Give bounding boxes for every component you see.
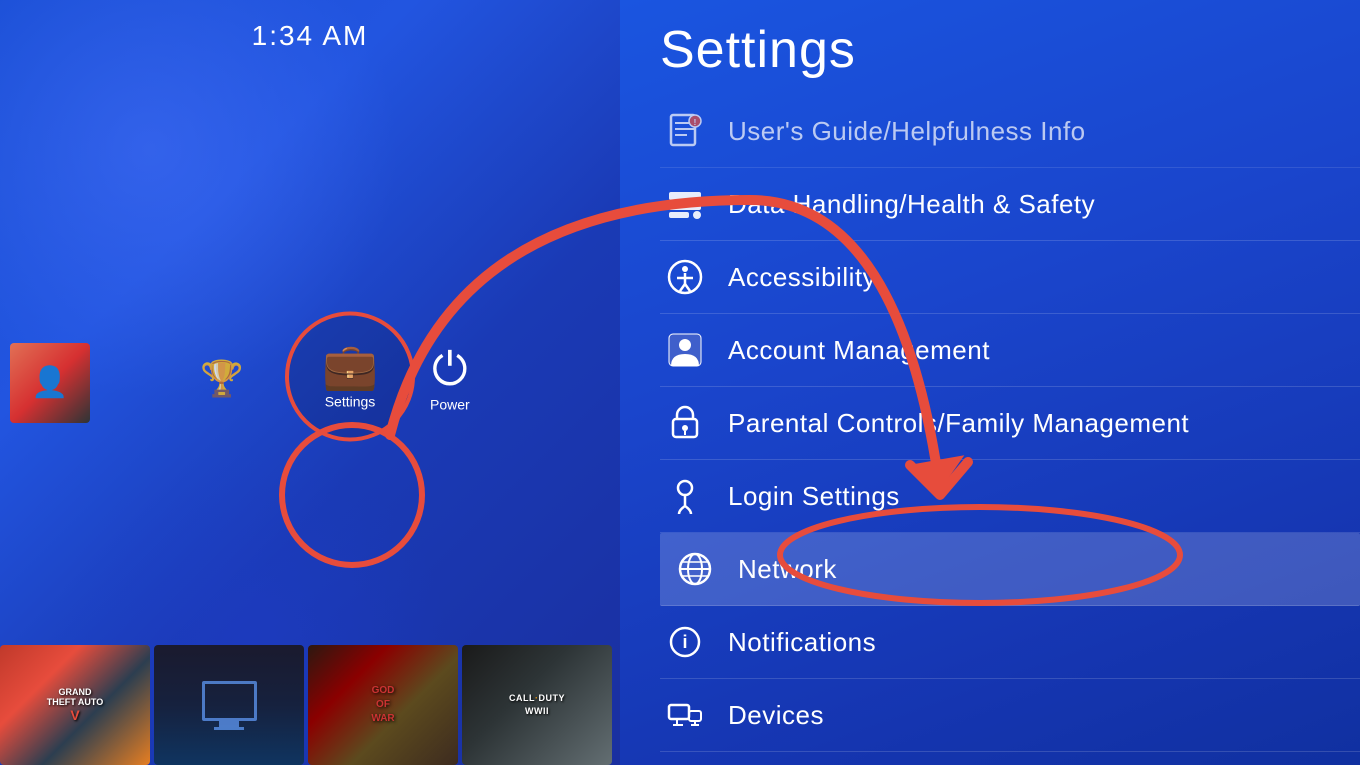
account-management-icon	[660, 330, 710, 370]
menu-item-notifications[interactable]: i Notifications	[660, 606, 1360, 679]
settings-title: Settings	[660, 20, 1360, 80]
settings-menu-list: ! User's Guide/Helpfulness Info Data Han…	[660, 95, 1360, 752]
briefcase-icon: 💼	[322, 343, 378, 388]
data-handling-label: Data Handling/Health & Safety	[728, 189, 1095, 220]
menu-item-users-guide[interactable]: ! User's Guide/Helpfulness Info	[660, 95, 1360, 168]
power-icon: ⏻	[432, 346, 468, 391]
left-panel: 1:34 AM 👤 🏆 💼 Settings ⏻ Power GRANDTHEF…	[0, 0, 620, 765]
monitor-display	[202, 681, 257, 730]
game-thumb-cod[interactable]: CALL·DUTYWWII	[462, 645, 612, 765]
accessibility-label: Accessibility	[728, 262, 876, 293]
users-guide-icon: !	[660, 111, 710, 151]
data-handling-icon	[660, 184, 710, 224]
parental-controls-icon	[660, 403, 710, 443]
devices-icon	[660, 695, 710, 735]
network-icon	[670, 549, 720, 589]
devices-label: Devices	[728, 700, 824, 731]
users-guide-label: User's Guide/Helpfulness Info	[728, 116, 1086, 147]
settings-menu-item[interactable]: 💼 Settings	[285, 311, 415, 441]
settings-circle-ring: 💼 Settings	[285, 311, 415, 441]
user-avatar-area: 👤	[10, 343, 90, 423]
game-thumb-gow[interactable]: GODOFWAR	[308, 645, 458, 765]
game-thumb-monitor[interactable]	[154, 645, 304, 765]
svg-text:i: i	[682, 632, 687, 652]
menu-item-parental-controls[interactable]: Parental Controls/Family Management	[660, 387, 1360, 460]
network-label: Network	[738, 554, 837, 585]
svg-text:!: !	[694, 118, 697, 127]
gta-label: GRANDTHEFT AUTOV	[47, 687, 104, 723]
parental-controls-label: Parental Controls/Family Management	[728, 408, 1189, 439]
login-settings-label: Login Settings	[728, 481, 900, 512]
game-thumbnails: GRANDTHEFT AUTOV GODOFWAR CALL·DUTYWWII	[0, 645, 620, 765]
game-thumb-gta[interactable]: GRANDTHEFT AUTOV	[0, 645, 150, 765]
user-avatar: 👤	[10, 343, 90, 423]
account-management-label: Account Management	[728, 335, 990, 366]
time-display: 1:34 AM	[252, 20, 369, 52]
power-menu-item[interactable]: ⏻ Power	[430, 346, 470, 412]
menu-item-devices[interactable]: Devices	[660, 679, 1360, 752]
menu-item-network[interactable]: Network	[660, 533, 1360, 606]
menu-item-account-management[interactable]: Account Management	[660, 314, 1360, 387]
login-settings-icon	[660, 476, 710, 516]
notifications-label: Notifications	[728, 627, 876, 658]
menu-item-accessibility[interactable]: Accessibility	[660, 241, 1360, 314]
notifications-icon: i	[660, 622, 710, 662]
cod-label: CALL·DUTYWWII	[509, 692, 565, 717]
power-label: Power	[430, 396, 470, 412]
right-panel: Settings ! User's Guide/Helpfulness Info	[620, 0, 1360, 765]
trophy-icon: 🏆	[200, 358, 244, 399]
settings-label: Settings	[325, 393, 376, 409]
gow-label: GODOFWAR	[371, 684, 394, 726]
menu-item-data-handling[interactable]: Data Handling/Health & Safety	[660, 168, 1360, 241]
menu-item-login-settings[interactable]: Login Settings	[660, 460, 1360, 533]
accessibility-icon	[660, 257, 710, 297]
